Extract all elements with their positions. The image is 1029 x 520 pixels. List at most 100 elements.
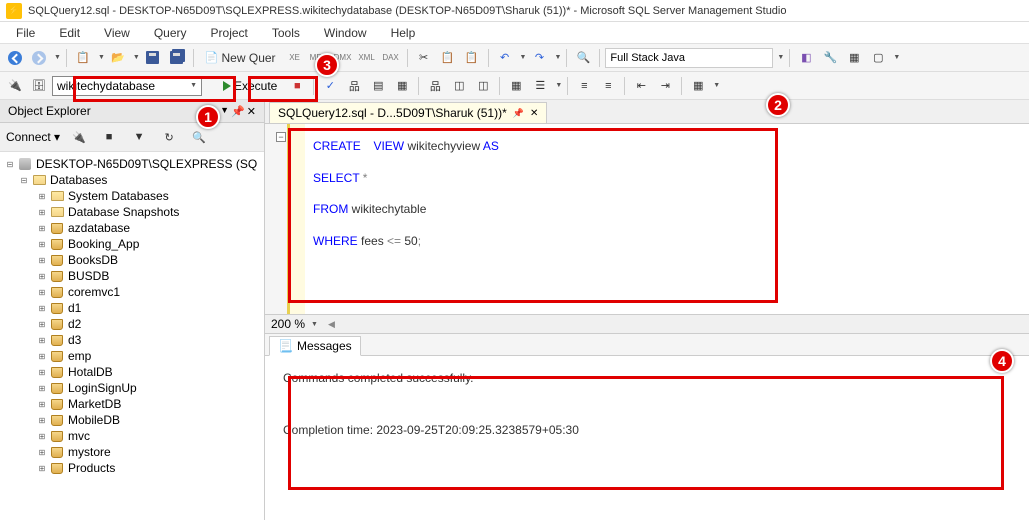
menu-view[interactable]: View [92,24,142,42]
parse-button[interactable]: ✓ [319,75,341,97]
expander-icon[interactable]: ⊞ [36,382,48,394]
intellisense-button[interactable]: ▦ [391,75,413,97]
oe-search-button[interactable]: 🔍 [188,126,210,148]
oe-stop-button[interactable]: ■ [98,126,120,148]
expander-icon[interactable]: ⊞ [36,238,48,250]
find-button[interactable]: 🔍 [572,47,594,69]
undo-button[interactable]: ↶ [494,47,516,69]
nav-back-button[interactable] [4,47,26,69]
menu-query[interactable]: Query [142,24,199,42]
toolbar-btn-dax[interactable]: DAX [380,47,402,69]
new-query-button[interactable]: 📄 New Quer [199,47,282,69]
copy-button[interactable]: 📋 [437,47,459,69]
expander-icon[interactable]: ⊞ [36,462,48,474]
tree-snapshots[interactable]: ⊞ Database Snapshots [0,204,264,220]
database-dropdown[interactable]: wikitechydatabase ▼ [52,76,202,96]
scroll-left-icon[interactable]: ◀ [328,319,335,330]
close-tab-icon[interactable]: ✕ [530,108,538,119]
tree-database-item[interactable]: ⊞BUSDB [0,268,264,284]
menu-project[interactable]: Project [199,24,260,42]
toolbar-btn-d[interactable]: ▢ [867,47,889,69]
save-all-button[interactable] [166,47,188,69]
increase-indent-button[interactable]: ⇥ [654,75,676,97]
change-connection-button[interactable]: 🔌 [4,75,26,97]
expander-icon[interactable]: ⊞ [36,414,48,426]
object-explorer-tree[interactable]: ⊟ DESKTOP-N65D09T\SQLEXPRESS (SQ ⊟ Datab… [0,152,264,520]
tree-database-item[interactable]: ⊞azdatabase [0,220,264,236]
open-file-button[interactable]: 📂 [107,47,129,69]
menu-file[interactable]: File [4,24,47,42]
expander-icon[interactable]: ⊞ [36,190,48,202]
stop-button[interactable]: ■ [286,75,308,97]
menu-help[interactable]: Help [379,24,428,42]
redo-button[interactable]: ↷ [528,47,550,69]
dropdown-icon[interactable]: ▼ [220,105,229,118]
tree-database-item[interactable]: ⊞LoginSignUp [0,380,264,396]
tree-database-item[interactable]: ⊞Booking_App [0,236,264,252]
tree-database-item[interactable]: ⊞mvc [0,428,264,444]
expander-icon[interactable]: ⊞ [36,446,48,458]
code-content[interactable]: CREATE VIEW wikitechyview AS SELECT * FR… [305,124,507,314]
collapse-marker-icon[interactable]: − [276,132,286,142]
toolbar-btn-xmla[interactable]: XML [356,47,378,69]
expander-icon[interactable]: ⊟ [4,158,16,170]
tree-database-item[interactable]: ⊞mystore [0,444,264,460]
tree-database-item[interactable]: ⊞MobileDB [0,412,264,428]
tree-database-item[interactable]: ⊞d3 [0,332,264,348]
cut-button[interactable]: ✂ [413,47,435,69]
pin-tab-icon[interactable]: 📌 [513,108,524,119]
new-project-button[interactable]: 📋 [72,47,94,69]
tree-database-item[interactable]: ⊞HotalDB [0,364,264,380]
menu-tools[interactable]: Tools [260,24,312,42]
expander-icon[interactable]: ⊞ [36,334,48,346]
nav-history-dropdown[interactable]: ▼ [54,54,61,61]
expander-icon[interactable]: ⊞ [36,206,48,218]
connect-button[interactable]: Connect ▾ [6,130,60,144]
available-databases-icon[interactable]: 🗄 [28,75,50,97]
expander-icon[interactable]: ⊞ [36,318,48,330]
tree-database-item[interactable]: ⊞coremvc1 [0,284,264,300]
include-plan-button[interactable]: 品 [424,75,446,97]
toolbar-btn-c[interactable]: ▦ [843,47,865,69]
oe-disconnect-button[interactable]: 🔌 [68,126,90,148]
toolbar-btn-b[interactable]: 🔧 [819,47,841,69]
zoom-level[interactable]: 200 % [271,317,305,331]
results-text-button[interactable]: ☰ [529,75,551,97]
query-options-button[interactable]: ▤ [367,75,389,97]
tree-server-node[interactable]: ⊟ DESKTOP-N65D09T\SQLEXPRESS (SQ [0,156,264,172]
tree-databases-node[interactable]: ⊟ Databases [0,172,264,188]
execute-button[interactable]: Execute [216,75,284,97]
expander-icon[interactable]: ⊞ [36,254,48,266]
paste-button[interactable]: 📋 [461,47,483,69]
tree-database-item[interactable]: ⊞d2 [0,316,264,332]
expander-icon[interactable]: ⊞ [36,286,48,298]
oe-filter-button[interactable]: ▼ [128,126,150,148]
expander-icon[interactable]: ⊞ [36,398,48,410]
expander-icon[interactable]: ⊞ [36,430,48,442]
comment-button[interactable]: ≡ [573,75,595,97]
messages-panel[interactable]: Commands completed successfully. Complet… [265,356,1029,520]
uncomment-button[interactable]: ≡ [597,75,619,97]
expander-icon[interactable]: ⊞ [36,366,48,378]
expander-icon[interactable]: ⊞ [36,222,48,234]
editor-tab-active[interactable]: SQLQuery12.sql - D...5D09T\Sharuk (51))*… [269,102,547,123]
tree-database-item[interactable]: ⊞Products [0,460,264,476]
expander-icon[interactable]: ⊞ [36,270,48,282]
results-grid-button[interactable]: ▦ [505,75,527,97]
close-panel-icon[interactable]: ✕ [247,105,256,118]
save-button[interactable] [142,47,164,69]
xevent-button[interactable]: XE [284,47,306,69]
expander-icon[interactable]: ⊞ [36,350,48,362]
tree-database-item[interactable]: ⊞emp [0,348,264,364]
oe-refresh-button[interactable]: ↻ [158,126,180,148]
client-stats-button[interactable]: ◫ [472,75,494,97]
live-stats-button[interactable]: ◫ [448,75,470,97]
tree-system-databases[interactable]: ⊞ System Databases [0,188,264,204]
nav-fwd-button[interactable] [28,47,50,69]
code-editor[interactable]: − CREATE VIEW wikitechyview AS SELECT * … [265,124,1029,314]
menu-window[interactable]: Window [312,24,379,42]
specify-values-button[interactable]: ▦ [687,75,709,97]
tree-database-item[interactable]: ⊞d1 [0,300,264,316]
zoom-dropdown-icon[interactable]: ▼ [311,321,318,328]
toolbar-btn-a[interactable]: ◧ [795,47,817,69]
